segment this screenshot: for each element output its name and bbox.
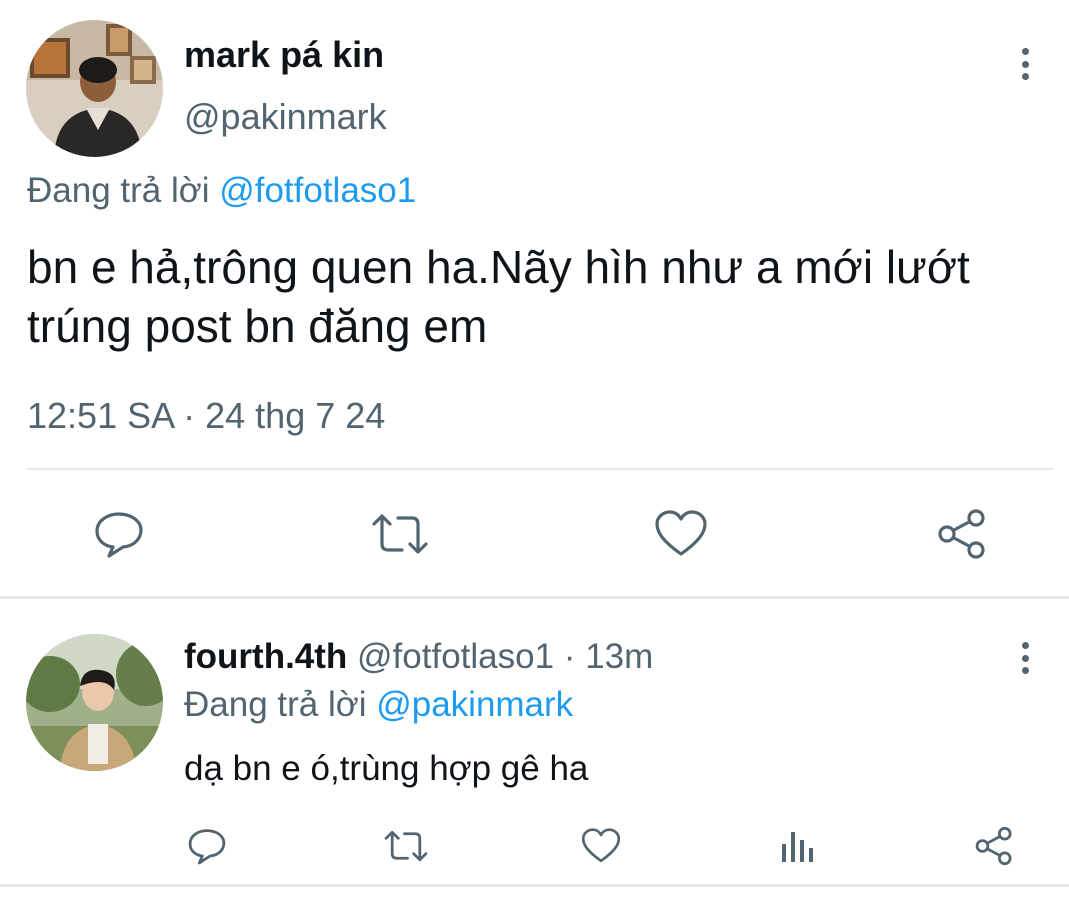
reply-replying-to-line: Đang trả lời @pakinmark [184, 684, 573, 726]
avatar-fotfotlaso1[interactable] [26, 634, 163, 771]
section-separator [0, 596, 1069, 599]
replying-prefix: Đang trả lời [184, 685, 367, 724]
retweet-icon[interactable] [383, 826, 429, 866]
reply-time-ago[interactable]: 13m [585, 637, 653, 676]
retweet-icon[interactable] [370, 508, 430, 560]
divider [27, 468, 1054, 470]
more-vertical-icon[interactable] [1020, 642, 1030, 674]
replying-to-line: Đang trả lời @fotfotlaso1 [27, 170, 416, 212]
comment-icon[interactable] [93, 508, 145, 560]
author-display-name[interactable]: mark pá kin [184, 34, 384, 76]
bottom-divider [0, 884, 1069, 887]
replying-prefix: Đang trả lời [27, 171, 210, 210]
comment-icon[interactable] [187, 826, 227, 866]
replying-to-handle[interactable]: @pakinmark [376, 685, 573, 724]
more-vertical-icon[interactable] [1020, 48, 1030, 80]
reply-display-name[interactable]: fourth.4th [184, 637, 347, 676]
share-icon[interactable] [936, 508, 988, 560]
avatar-pakinmark[interactable] [26, 20, 163, 157]
heart-icon[interactable] [581, 826, 621, 866]
heart-icon[interactable] [654, 508, 708, 560]
reply-text: dạ bn e ó,trùng hợp gê ha [184, 749, 589, 788]
reply-handle[interactable]: @fotfotlaso1 [357, 637, 554, 676]
tweet-timestamp[interactable]: 12:51 SA · 24 thg 7 24 [27, 394, 385, 438]
avatar-image [26, 634, 163, 771]
reply-separator: · [563, 637, 576, 676]
tweet-text: bn e hả,trông quen ha.Nãy hìh như a mới … [27, 241, 970, 352]
replying-to-handle[interactable]: @fotfotlaso1 [219, 171, 416, 210]
reply-header-line: fourth.4th @fotfotlaso1 · 13m [184, 636, 653, 678]
share-icon[interactable] [974, 826, 1014, 866]
analytics-icon[interactable] [780, 826, 816, 866]
avatar-image [26, 20, 163, 157]
author-handle[interactable]: @pakinmark [184, 96, 387, 138]
